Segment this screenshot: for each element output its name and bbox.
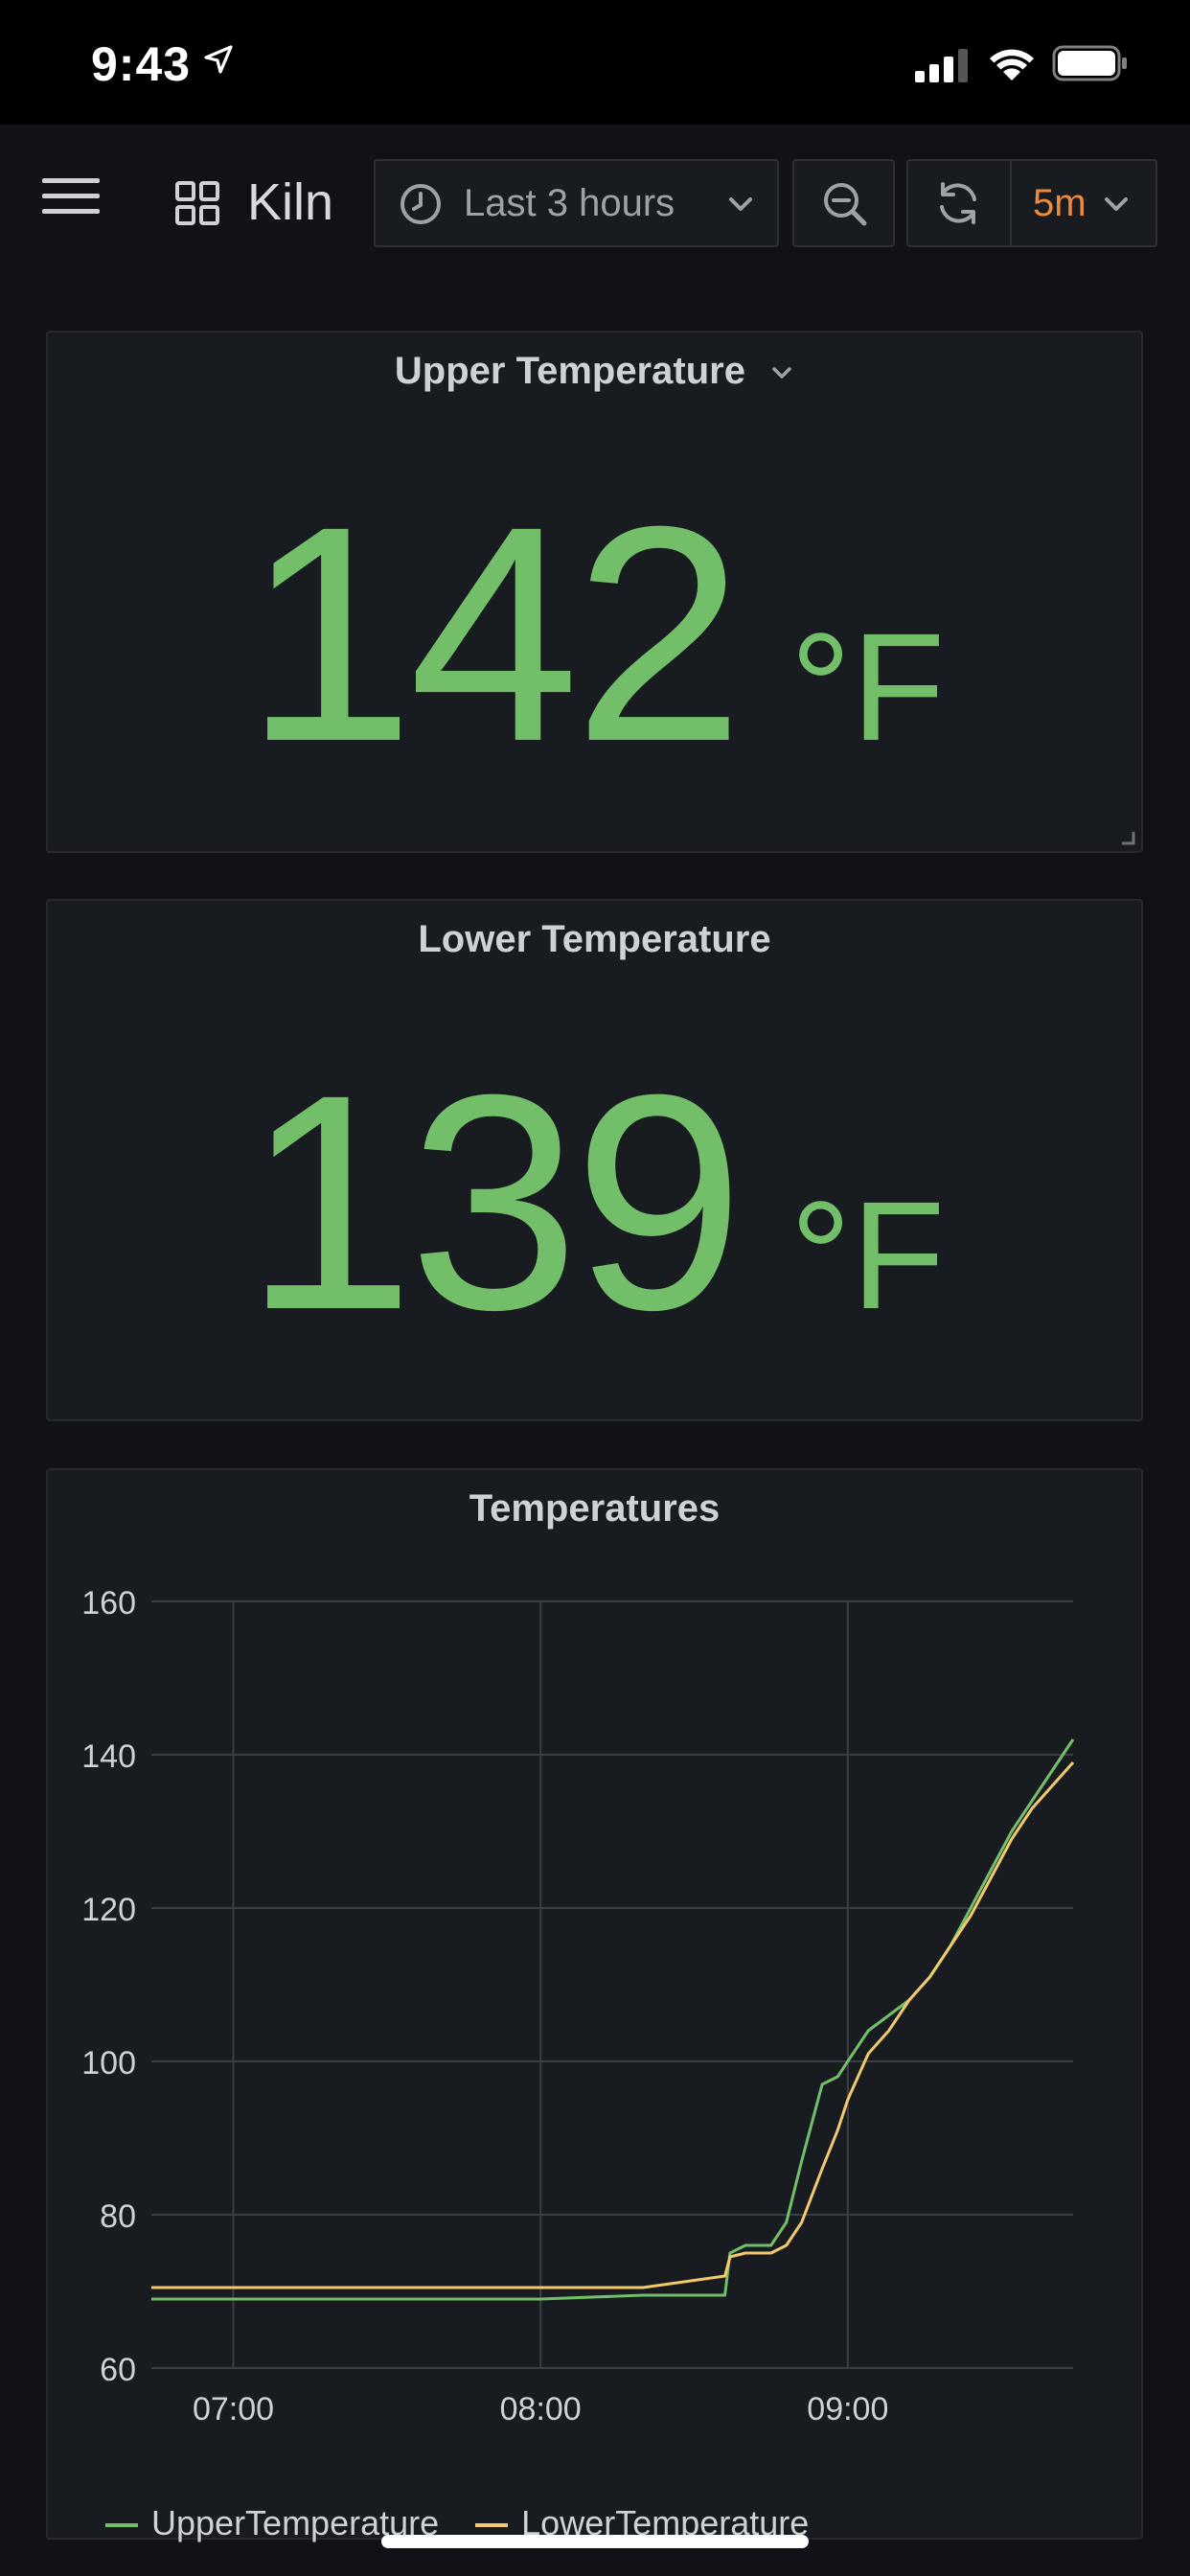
y-tick-label: 120 <box>81 1892 136 1928</box>
y-tick-label: 80 <box>100 2198 136 2235</box>
legend-swatch <box>105 2523 138 2528</box>
time-range-label: Last 3 hours <box>464 182 675 224</box>
panel-title-text: Upper Temperature <box>394 350 745 392</box>
x-tick-label: 07:00 <box>193 2391 274 2427</box>
series-line-LowerTemperature <box>151 1761 1075 2289</box>
stat-value: 142 °F <box>48 457 1141 810</box>
refresh-button[interactable] <box>908 161 1012 245</box>
stat-unit: °F <box>790 1169 946 1341</box>
zoom-out-button[interactable] <box>792 159 895 247</box>
refresh-interval-dropdown[interactable]: 5m <box>1010 161 1156 245</box>
x-tick-label: 08:00 <box>500 2391 582 2427</box>
y-tick-label: 100 <box>81 2045 136 2082</box>
stat-unit: °F <box>790 601 946 772</box>
lower-temperature-panel[interactable]: Lower Temperature 139 °F <box>46 899 1143 1421</box>
temperatures-chart-panel[interactable]: Temperatures 60 80 100 120 140 160 07:00 08:00 0… <box>46 1468 1143 2542</box>
temperature-line-chart[interactable]: 60 80 100 120 140 160 07:00 08:00 09:00 <box>48 1470 1141 2486</box>
y-tick-label: 60 <box>100 2352 136 2388</box>
chevron-down-icon[interactable] <box>769 360 794 385</box>
panel-title-text: Lower Temperature <box>418 918 771 960</box>
chevron-down-icon <box>1105 197 1128 211</box>
battery-icon <box>1052 45 1127 81</box>
location-arrow-icon <box>204 45 233 74</box>
y-tick-label: 160 <box>81 1585 136 1622</box>
cellular-signal-icon <box>915 49 968 82</box>
chevron-down-icon <box>729 197 752 211</box>
refresh-icon <box>940 182 976 224</box>
y-tick-label: 140 <box>81 1738 136 1775</box>
refresh-interval-label: 5m <box>1033 182 1087 224</box>
refresh-picker: 5m <box>906 159 1157 247</box>
time-range-picker[interactable]: Last 3 hours <box>374 159 779 247</box>
x-tick-label: 09:00 <box>807 2391 888 2427</box>
dashboard-grid-icon <box>175 181 219 225</box>
dashboard-toolbar: Kiln Last 3 hours 5m <box>0 125 1190 278</box>
legend-swatch <box>475 2523 509 2528</box>
status-bar: 9:43 <box>0 0 1190 125</box>
hamburger-menu-icon[interactable] <box>40 174 102 218</box>
dashboard-title[interactable]: Kiln <box>247 172 333 232</box>
upper-temperature-panel[interactable]: Upper Temperature 142 °F <box>46 331 1143 853</box>
panel-title[interactable]: Lower Temperature <box>48 918 1141 961</box>
stat-value: 139 °F <box>48 1025 1141 1378</box>
home-indicator <box>381 2535 809 2548</box>
resize-handle-icon[interactable] <box>1120 830 1135 845</box>
stat-number: 139 <box>243 1030 744 1373</box>
panel-title[interactable]: Upper Temperature <box>48 350 1141 393</box>
zoom-out-icon <box>824 183 867 226</box>
wifi-icon <box>990 49 1034 80</box>
stat-number: 142 <box>243 462 744 805</box>
clock-icon <box>400 184 441 224</box>
status-time: 9:43 <box>91 37 192 91</box>
